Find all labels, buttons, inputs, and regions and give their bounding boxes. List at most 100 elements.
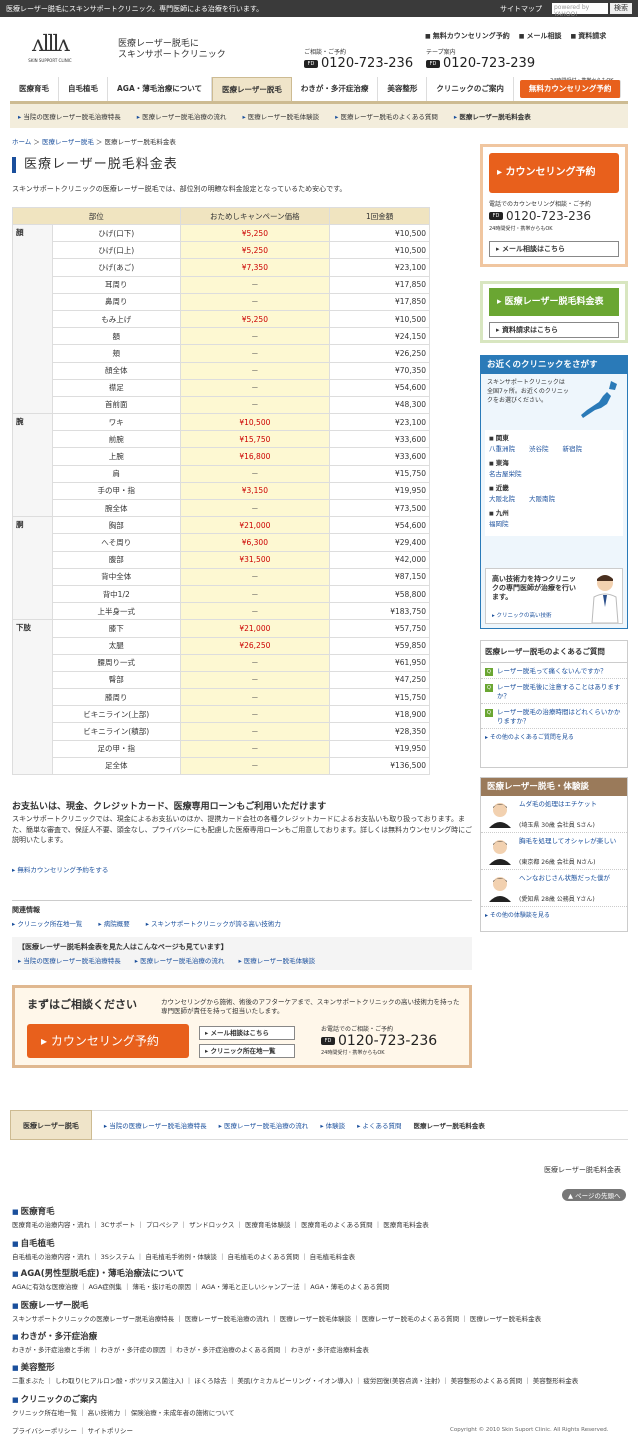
voice-item[interactable]: ムダ毛の処理はエチケット (埼玉県 30歳 会社員 Sさん) [481, 796, 627, 833]
footer-section-heading[interactable]: 医療レーザー脱毛 [12, 1299, 628, 1311]
also-viewed-link[interactable]: ▸ 医療レーザー脱毛体験談 [238, 955, 315, 965]
bottom-nav-tab[interactable]: 医療レーザー脱毛 [10, 1110, 92, 1140]
breadcrumb-home[interactable]: ホーム [12, 138, 31, 146]
bottom-nav-item[interactable]: 当院の医療レーザー脱毛治療特長 [104, 1120, 206, 1130]
header-link-counseling[interactable]: 無料カウンセリング予約 [425, 31, 510, 41]
clinic-link[interactable]: 新宿院 [563, 444, 583, 454]
nav-item-cosmetic[interactable]: 美容整形 [378, 77, 428, 101]
subnav-item[interactable]: 医療レーザー脱毛治療の流れ [137, 111, 226, 121]
regular-price-cell: ¥47,250 [329, 670, 430, 690]
region-label: 九州 [489, 508, 619, 519]
regular-price-cell: ¥10,500 [329, 241, 430, 260]
tech-link[interactable]: ▸ クリニックの高い技術 [492, 611, 552, 619]
regular-price-cell: ¥59,850 [329, 636, 430, 655]
voice-item[interactable]: ヘンなおじさん状態だった僕が (愛知県 28歳 公務員 Yさん) [481, 870, 627, 907]
nav-item-aga[interactable]: AGA・薄毛治療について [108, 77, 213, 101]
sub-nav: 当院の医療レーザー脱毛治療特長 医療レーザー脱毛治療の流れ 医療レーザー脱毛体験… [10, 104, 628, 128]
footer-section: クリニックのご案内クリニック所在地一覧 ｜ 高い技術力 ｜ 保険治療・未成年者の… [12, 1393, 628, 1417]
footer-section-heading[interactable]: 美容整形 [12, 1361, 628, 1373]
footer-section-links[interactable]: 医療育毛の治療内容・流れ ｜ 3Cサポート ｜ プロペシア ｜ ザンドロックス … [12, 1219, 628, 1229]
freedial-icon: FD [426, 59, 440, 68]
footer-section-links[interactable]: わきが・多汗症治療と手術 ｜ わきが・多汗症の原因 ｜ わきが・多汗症治療のよく… [12, 1344, 628, 1354]
regular-price-cell: ¥23,100 [329, 258, 430, 277]
related-link[interactable]: ▸ 病院概要 [98, 918, 129, 928]
campaign-price-cell: ¥5,250 [179, 223, 331, 243]
clinic-link[interactable]: 渋谷院 [529, 444, 549, 454]
bottom-nav-item[interactable]: 体験談 [320, 1120, 346, 1130]
side-price-button[interactable]: ▸ 医療レーザー脱毛料金表 [489, 288, 619, 316]
region-label: 近畿 [489, 483, 619, 494]
footer-section-heading[interactable]: 医療育毛 [12, 1205, 628, 1217]
nav-cta-counseling[interactable]: 無料カウンセリング予約 [519, 80, 622, 98]
nav-item-laser[interactable]: 医療レーザー脱毛 [212, 77, 292, 101]
part-cell: もみ上げ [51, 309, 181, 329]
subnav-item[interactable]: 当院の医療レーザー脱毛治療特長 [18, 111, 120, 121]
footer-section-heading[interactable]: 自毛植毛 [12, 1237, 628, 1249]
counseling-reserve-button[interactable]: ▸ カウンセリング予約 [27, 1024, 189, 1058]
footer-section-heading[interactable]: クリニックのご案内 [12, 1393, 628, 1405]
part-cell: 臀部 [51, 670, 181, 690]
regular-price-cell: ¥61,950 [329, 653, 430, 672]
side-request-button[interactable]: ▸ 資料請求はこちら [489, 322, 619, 338]
footer-bottom-links[interactable]: プライバシーポリシー ｜ サイトポリシー [12, 1425, 133, 1435]
table-row: ビキニライン(積部) － ¥28,350 [13, 722, 430, 741]
mail-consult-button[interactable]: ▸ メール相談はこちら [199, 1026, 295, 1040]
table-row: 肩－ ¥15,750 [13, 464, 430, 483]
breadcrumb-parent[interactable]: 医療レーザー脱毛 [42, 138, 94, 146]
also-viewed-link[interactable]: ▸ 医療レーザー脱毛治療の流れ [135, 955, 225, 965]
clinic-link[interactable]: 名古屋栄院 [489, 469, 522, 479]
sitemap-link[interactable]: サイトマップ [500, 4, 542, 14]
footer-section-links[interactable]: 自毛植毛の治療内容・流れ ｜ 3Sシステム ｜ 自毛植毛手術例・体験談 ｜ 自毛… [12, 1251, 628, 1261]
subnav-item[interactable]: 医療レーザー脱毛体験談 [242, 111, 319, 121]
nav-item-clinic[interactable]: クリニックのご案内 [427, 77, 514, 101]
bottom-nav: 医療レーザー脱毛 当院の医療レーザー脱毛治療特長 医療レーザー脱毛治療の流れ 体… [10, 1110, 628, 1140]
clinic-link[interactable]: 大阪南院 [529, 494, 555, 504]
clinic-logo[interactable]: ʌlllʌ SKIN SUPPORT CLINIC [28, 32, 72, 72]
bottom-nav-item[interactable]: よくある質問 [357, 1120, 402, 1130]
search-button[interactable]: 検索 [610, 3, 632, 14]
table-row: 腰周り一式－ ¥61,950 [13, 653, 430, 672]
campaign-price-cell: － [179, 395, 331, 415]
footer-section-heading[interactable]: わきが・多汗症治療 [12, 1330, 628, 1342]
subnav-item[interactable]: 医療レーザー脱毛のよくある質問 [335, 111, 438, 121]
footer-section-links[interactable]: 二重まぶた ｜ しわ取り(ヒアルロン酸・ボツリヌス菌注入) ｜ ほくろ除去 ｜ … [12, 1375, 628, 1385]
clinic-link[interactable]: 福岡院 [489, 519, 509, 529]
col-header-part: 部位 [12, 207, 181, 225]
subnav-item-current[interactable]: 医療レーザー脱毛料金表 [454, 111, 530, 121]
search-input[interactable]: powered by YAHOO! [552, 3, 608, 18]
side-mail-button[interactable]: ▸ メール相談はこちら [489, 241, 619, 257]
payment-link[interactable]: ▸ 無料カウンセリング予約をする [12, 864, 108, 874]
tech-banner[interactable]: 高い技術力を持つクリニックの専門医師が治療を行います。 ▸ クリニックの高い技術 [485, 568, 623, 624]
footer-section-links[interactable]: クリニック所在地一覧 ｜ 高い技術力 ｜ 保険治療・未成年者の施術について [12, 1407, 628, 1417]
faq-item[interactable]: レーザー脱毛の治療時間はどれくらいかかりますか？ [481, 704, 627, 729]
also-viewed-link[interactable]: ▸ 当院の医療レーザー脱毛治療特長 [18, 955, 121, 965]
footer-section-heading[interactable]: AGA(男性型脱毛症)・薄毛治療法について [12, 1267, 628, 1279]
regular-price-cell: ¥48,300 [329, 395, 430, 415]
voice-item[interactable]: 胸毛を処理してオシャレが楽しい (東京都 26歳 会社員 Nさん) [481, 833, 627, 870]
back-to-top-button[interactable]: ▲ ページの先頭へ [562, 1189, 627, 1201]
side-phone-label: 電話でのカウンセリング相談・ご予約 [489, 201, 592, 208]
nav-item-transplant[interactable]: 自毛植毛 [59, 77, 108, 101]
clinic-link[interactable]: 大阪北院 [489, 494, 515, 504]
faq-item[interactable]: レーザー脱毛後に注意することはありますか？ [481, 679, 627, 704]
clinic-list-button[interactable]: ▸ クリニック所在地一覧 [199, 1044, 295, 1058]
side-counseling-button[interactable]: ▸ カウンセリング予約 [489, 153, 619, 193]
header-link-mail[interactable]: メール相談 [519, 31, 562, 41]
nav-item-wakiga[interactable]: わきが・多汗症治療 [292, 77, 379, 101]
faq-item[interactable]: レーザー脱毛って痛くないんですか？ [481, 663, 627, 679]
nav-item-hair[interactable]: 医療育毛 [10, 77, 59, 101]
footer-section-links[interactable]: AGAに有効な医療治療 ｜ AGA症例集 ｜ 薄毛・抜け毛の原因 ｜ AGA・薄… [12, 1281, 628, 1291]
clinic-link[interactable]: 八重洲院 [489, 444, 515, 454]
part-cell: 顔全体 [51, 361, 181, 380]
related-link[interactable]: ▸ スキンサポートクリニックが誇る高い技術力 [146, 918, 281, 928]
faq-more-link[interactable]: ▸ その他のよくあるご質問を見る [481, 729, 627, 744]
footer-section: 医療育毛医療育毛の治療内容・流れ ｜ 3Cサポート ｜ プロペシア ｜ ザンドロ… [12, 1205, 628, 1229]
regular-price-cell: ¥33,600 [329, 447, 430, 466]
bottom-nav-item[interactable]: 医療レーザー脱毛治療の流れ [219, 1120, 308, 1130]
regular-price-cell: ¥87,150 [329, 567, 430, 586]
campaign-price-cell: ¥15,750 [179, 430, 331, 449]
related-link[interactable]: ▸ クリニック所在地一覧 [12, 918, 82, 928]
header-link-request[interactable]: 資料請求 [571, 31, 606, 41]
voices-more-link[interactable]: ▸ その他の体験談を見る [481, 907, 627, 922]
footer-section-links[interactable]: スキンサポートクリニックの医療レーザー脱毛治療特長 ｜ 医療レーザー脱毛治療の流… [12, 1313, 628, 1323]
